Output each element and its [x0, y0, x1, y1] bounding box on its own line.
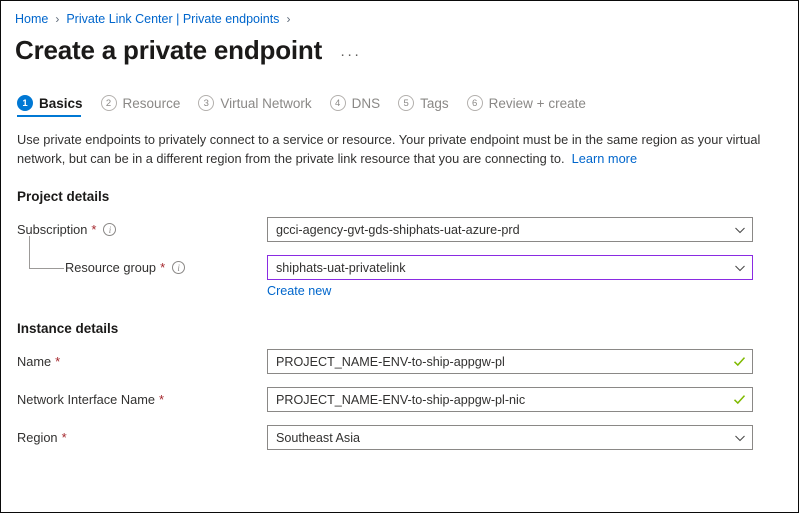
subscription-select[interactable]: gcci-agency-gvt-gds-shiphats-uat-azure-p…: [267, 217, 753, 242]
name-label: Name *: [17, 354, 267, 369]
valid-check-icon: [733, 395, 746, 405]
step-number-badge: 4: [329, 95, 346, 111]
network-interface-name-label: Network Interface Name *: [17, 392, 267, 407]
required-asterisk: *: [158, 392, 165, 407]
create-new-resource-group-link[interactable]: Create new: [267, 284, 331, 298]
tab-tags[interactable]: 5 Tags: [398, 95, 449, 117]
tab-virtual-network[interactable]: 3 Virtual Network: [198, 95, 312, 117]
more-options-icon[interactable]: ···: [340, 47, 361, 62]
tab-label: Tags: [420, 95, 449, 111]
subscription-value: gcci-agency-gvt-gds-shiphats-uat-azure-p…: [276, 222, 520, 237]
region-label-text: Region: [17, 430, 58, 445]
network-interface-name-input[interactable]: PROJECT_NAME-ENV-to-ship-appgw-pl-nic: [267, 387, 753, 412]
tab-resource[interactable]: 2 Resource: [100, 95, 181, 117]
tab-label: Resource: [122, 95, 181, 111]
valid-check-icon: [733, 357, 746, 367]
title-row: Create a private endpoint ···: [1, 29, 798, 66]
subscription-row: Subscription * i gcci-agency-gvt-gds-shi…: [1, 217, 798, 242]
instance-details-heading: Instance details: [17, 321, 119, 336]
step-number-badge: 2: [100, 95, 117, 111]
create-new-row: Create new: [1, 280, 798, 300]
required-asterisk: *: [91, 222, 97, 237]
breadcrumb-item-private-link-center[interactable]: Private Link Center | Private endpoints: [66, 12, 279, 26]
name-input[interactable]: PROJECT_NAME-ENV-to-ship-appgw-pl: [267, 349, 753, 374]
tab-dns[interactable]: 4 DNS: [329, 95, 381, 117]
resource-group-select[interactable]: shiphats-uat-privatelink: [267, 255, 753, 280]
chevron-down-icon: [735, 265, 745, 271]
subscription-label-text: Subscription: [17, 222, 88, 237]
name-value: PROJECT_NAME-ENV-to-ship-appgw-pl: [276, 354, 505, 369]
chevron-down-icon: [735, 227, 745, 233]
breadcrumb-item-home[interactable]: Home: [15, 12, 48, 26]
description-text: Use private endpoints to privately conne…: [17, 130, 777, 168]
step-number-badge: 5: [398, 95, 415, 111]
create-private-endpoint-page: Home › Private Link Center | Private end…: [0, 0, 799, 513]
subscription-label: Subscription * i: [17, 222, 267, 237]
required-asterisk: *: [160, 260, 166, 275]
network-interface-name-row: Network Interface Name * PROJECT_NAME-EN…: [1, 387, 798, 412]
tab-label: DNS: [351, 95, 381, 111]
info-icon[interactable]: i: [103, 223, 117, 236]
breadcrumb: Home › Private Link Center | Private end…: [1, 1, 798, 29]
resource-group-value: shiphats-uat-privatelink: [276, 260, 406, 275]
resource-group-row: Resource group * i shiphats-uat-privatel…: [1, 236, 798, 280]
breadcrumb-separator-icon: ›: [286, 12, 291, 26]
learn-more-link[interactable]: Learn more: [572, 151, 637, 166]
region-select[interactable]: Southeast Asia: [267, 425, 753, 450]
region-row: Region * Southeast Asia: [1, 425, 798, 450]
network-interface-name-label-text: Network Interface Name: [17, 392, 155, 407]
resource-group-label-text: Resource group: [65, 260, 157, 275]
step-number-badge: 3: [198, 95, 215, 111]
tab-label: Basics: [39, 95, 83, 111]
page-title: Create a private endpoint: [15, 35, 323, 65]
resource-group-label: Resource group * i: [17, 260, 267, 275]
project-details-heading: Project details: [17, 189, 110, 204]
network-interface-name-value: PROJECT_NAME-ENV-to-ship-appgw-pl-nic: [276, 392, 526, 407]
wizard-tabs: 1 Basics 2 Resource 3 Virtual Network 4 …: [17, 95, 798, 117]
tab-label: Review + create: [488, 95, 586, 111]
region-value: Southeast Asia: [276, 430, 361, 445]
required-asterisk: *: [55, 354, 61, 369]
region-label: Region *: [17, 430, 267, 445]
tab-review-create[interactable]: 6 Review + create: [466, 95, 586, 117]
name-label-text: Name: [17, 354, 52, 369]
step-number-badge: 6: [466, 95, 483, 111]
tab-basics[interactable]: 1 Basics: [17, 95, 83, 117]
description-body: Use private endpoints to privately conne…: [17, 132, 761, 166]
step-number-badge: 1: [17, 95, 33, 111]
chevron-down-icon: [735, 435, 745, 441]
tab-label: Virtual Network: [220, 95, 312, 111]
required-asterisk: *: [61, 430, 67, 445]
breadcrumb-separator-icon: ›: [55, 12, 60, 26]
info-icon[interactable]: i: [172, 261, 186, 274]
name-row: Name * PROJECT_NAME-ENV-to-ship-appgw-pl: [1, 349, 798, 374]
